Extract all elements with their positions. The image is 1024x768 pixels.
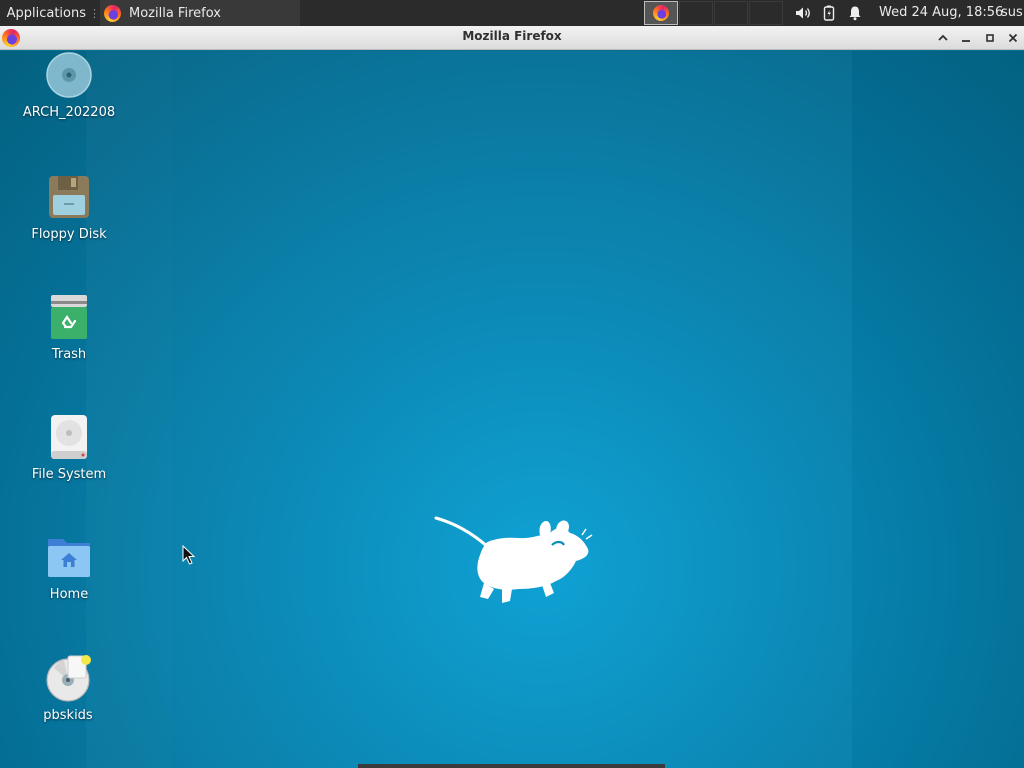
xfce-mouse-icon: [434, 516, 593, 603]
desktop[interactable]: ARCH_202208 Floppy Disk Trash File Syste…: [0, 51, 1024, 768]
window-titlebar[interactable]: Mozilla Firefox: [0, 26, 1024, 50]
desktop-icon-cd-rom[interactable]: ARCH_202208: [14, 51, 124, 120]
shade-button[interactable]: [933, 28, 953, 48]
maximize-icon: [986, 34, 994, 42]
trash-icon: [45, 293, 93, 341]
desktop-icon-home[interactable]: Home: [14, 533, 124, 602]
desktop-icon-label: pbskids: [43, 708, 93, 723]
disc-file-icon: [44, 654, 92, 702]
window-title: Mozilla Firefox: [462, 29, 562, 43]
workspace-2[interactable]: [679, 1, 713, 25]
hard-drive-icon: [45, 413, 93, 461]
workspace-3[interactable]: [714, 1, 748, 25]
maximize-button[interactable]: [980, 28, 1000, 48]
firefox-icon: [653, 5, 669, 21]
close-icon: [1008, 33, 1018, 43]
desktop-icon-label: Trash: [51, 347, 87, 362]
desktop-icon-label: File System: [31, 467, 107, 482]
top-panel: Applications ⋮ Mozilla Firefox Wed 24 Au…: [0, 0, 1024, 26]
applications-menu-button[interactable]: Applications ⋮: [0, 0, 100, 26]
workspace-1[interactable]: [644, 1, 678, 25]
firefox-icon: [104, 4, 121, 22]
battery-icon[interactable]: [820, 4, 838, 22]
wallpaper-band: [172, 51, 852, 768]
home-folder-icon: [45, 533, 93, 581]
workspace-switcher: [644, 1, 784, 25]
desktop-icon-pbskids[interactable]: pbskids: [13, 654, 123, 723]
taskbar-button-label: Mozilla Firefox: [129, 5, 221, 21]
desktop-icon-floppy-disk[interactable]: Floppy Disk: [14, 173, 124, 242]
system-tray: [794, 0, 864, 26]
chevron-up-icon: [938, 34, 948, 41]
applications-menu-label: Applications: [6, 5, 86, 21]
mouse-pointer-icon: [182, 545, 196, 565]
volume-icon[interactable]: [794, 4, 812, 22]
xfce-logo-icon: [3, 12, 4, 14]
dock-strip[interactable]: [358, 764, 665, 768]
desktop-icon-label: Floppy Disk: [31, 227, 107, 242]
close-button[interactable]: [1003, 28, 1023, 48]
desktop-icon-file-system[interactable]: File System: [14, 413, 124, 482]
desktop-icon-label: ARCH_202208: [22, 105, 116, 120]
wallpaper-band: [852, 51, 1024, 768]
workspace-4[interactable]: [749, 1, 783, 25]
panel-separator: ⋮: [89, 6, 100, 20]
optical-disc-icon: [45, 51, 93, 99]
notification-bell-icon[interactable]: [846, 4, 864, 22]
clock[interactable]: Wed 24 Aug, 18:56: [879, 0, 1003, 26]
minimize-button[interactable]: [956, 28, 976, 48]
user-menu[interactable]: sus: [1001, 0, 1023, 26]
desktop-icon-label: Home: [49, 587, 89, 602]
floppy-disk-icon: [45, 173, 93, 221]
desktop-icon-trash[interactable]: Trash: [14, 293, 124, 362]
minimize-icon: [962, 40, 970, 42]
taskbar-button-firefox[interactable]: Mozilla Firefox: [100, 0, 300, 26]
